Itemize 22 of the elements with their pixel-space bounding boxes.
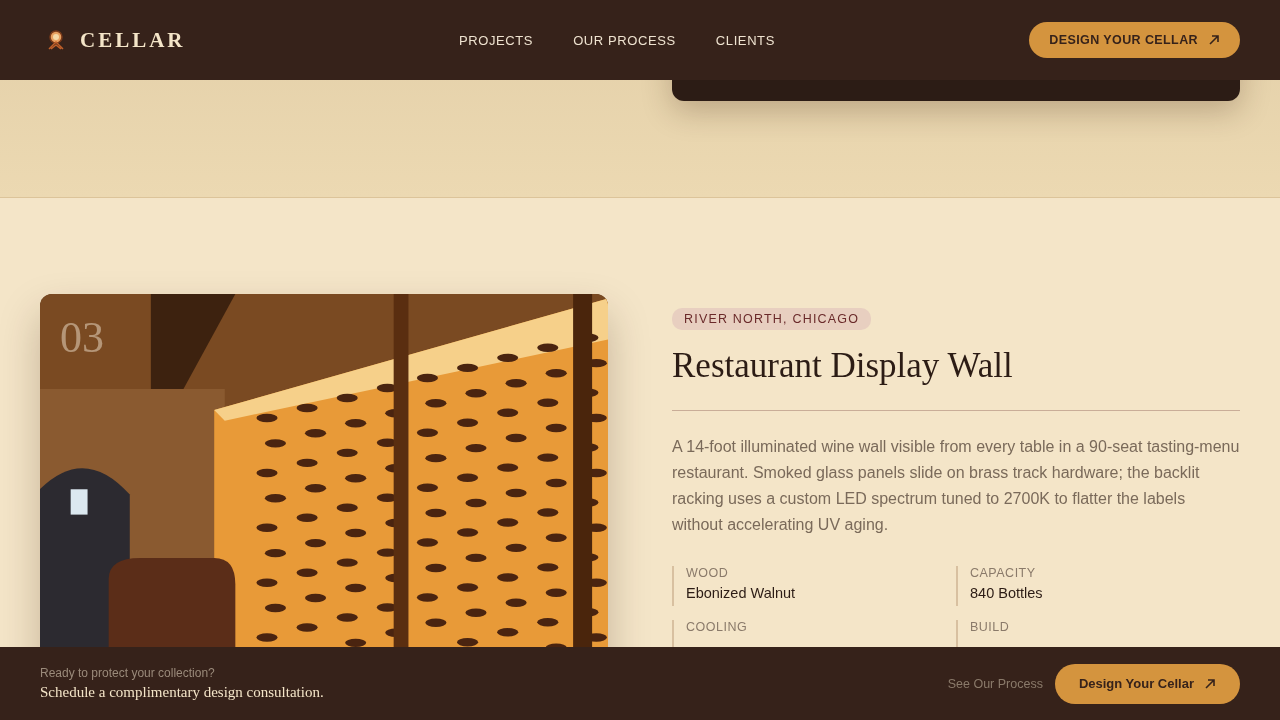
project-description: A 14-foot illuminated wine wall visible from every table in a 90-seat tasting-menu restaurant. Smoked glass panels slide on brass track hardware; the backlit racking uses a custom LED spectrum tuned to 2700K to flatter the labels without accelerating UV aging.	[672, 437, 1240, 535]
location-tag: RIVER NORTH, CHICAGO	[672, 308, 872, 330]
footer-headline: Schedule a complimentary design consultation.	[40, 684, 324, 701]
spec-label: BUILD	[970, 620, 1011, 634]
nav-link[interactable]: PROJECTS	[459, 32, 534, 48]
footer-eyebrow: Ready to protect your collection?	[40, 666, 216, 680]
design-cellar-button[interactable]: DESIGN YOUR CELLAR	[1029, 22, 1240, 58]
design-cellar-button[interactable]: Design Your Cellar	[1054, 663, 1240, 704]
process-link[interactable]: See Our Process	[947, 676, 1043, 691]
nav-link[interactable]: CLIENTS	[715, 32, 775, 48]
arrow-icon	[1208, 34, 1220, 46]
project-title: Restaurant Display Wall	[672, 346, 1240, 411]
spec-value: 840 Bottles	[970, 585, 1044, 601]
arrow-icon	[1204, 677, 1216, 690]
spec-label: WOOD	[686, 566, 730, 580]
nav-link[interactable]: OUR PROCESS	[573, 32, 676, 48]
project-number: 03	[60, 312, 104, 363]
brand-name: CELLAR	[80, 27, 186, 53]
spec-value: Ebonized Walnut	[686, 585, 797, 601]
spec-label: CAPACITY	[970, 566, 1037, 580]
spec-label: COOLING	[686, 620, 749, 634]
logo-icon	[46, 29, 66, 51]
